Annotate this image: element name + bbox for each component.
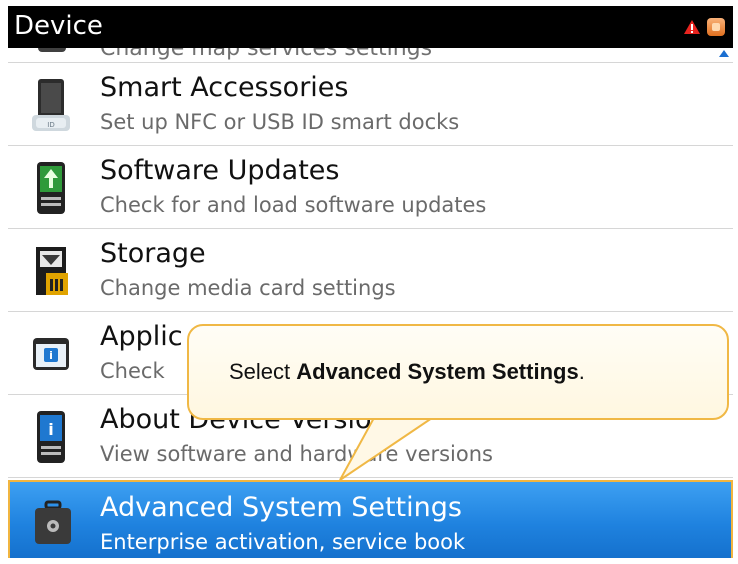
callout-text: Select Advanced System Settings. (229, 359, 585, 385)
software-update-icon (37, 162, 65, 214)
settings-list: Change map services settings ID Smart Ac… (8, 48, 733, 558)
device-info-icon: i (37, 411, 65, 463)
svg-text:i: i (49, 349, 53, 362)
list-item-subtitle: Change map services settings (100, 48, 433, 61)
list-item-title: Applic (100, 321, 183, 352)
callout-bold: Advanced System Settings (296, 359, 579, 384)
list-item-title: Storage (100, 238, 206, 269)
list-item-storage[interactable]: Storage Change media card settings (8, 229, 733, 312)
instruction-callout: Select Advanced System Settings. (187, 324, 729, 420)
status-icons (683, 16, 725, 38)
toolbox-icon (35, 500, 71, 544)
smart-dock-icon: ID (32, 79, 70, 131)
list-item-title: Software Updates (100, 155, 340, 186)
warning-icon (683, 19, 701, 35)
list-item-smart-accessories[interactable]: ID Smart Accessories Set up NFC or USB I… (8, 63, 733, 146)
map-icon (38, 48, 66, 52)
device-settings-screen: Device Change map services settings ID S… (8, 6, 733, 558)
list-item-subtitle: View software and hardware versions (100, 442, 493, 466)
list-item-advanced-system-settings[interactable]: Advanced System Settings Enterprise acti… (8, 480, 733, 558)
svg-text:i: i (48, 420, 53, 439)
scroll-up-icon[interactable] (719, 50, 729, 57)
title-bar: Device (8, 6, 733, 48)
list-item-subtitle: Enterprise activation, service book (100, 530, 466, 554)
list-item-subtitle: Set up NFC or USB ID smart docks (100, 110, 460, 134)
list-item-subtitle: Check (100, 359, 165, 383)
list-item-subtitle: Change media card settings (100, 276, 396, 300)
callout-suffix: . (578, 359, 585, 384)
media-card-icon (36, 247, 68, 295)
svg-text:ID: ID (47, 121, 54, 129)
callout-prefix: Select (229, 359, 297, 384)
list-item-subtitle: Check for and load software updates (100, 193, 487, 217)
list-item-software-updates[interactable]: Software Updates Check for and load soft… (8, 146, 733, 229)
list-item-title: Smart Accessories (100, 72, 349, 103)
lock-icon (707, 18, 725, 36)
list-item-title: Advanced System Settings (100, 492, 462, 523)
app-info-icon: i (33, 338, 69, 370)
list-item-partial[interactable]: Change map services settings (8, 48, 733, 63)
page-title: Device (14, 11, 103, 41)
